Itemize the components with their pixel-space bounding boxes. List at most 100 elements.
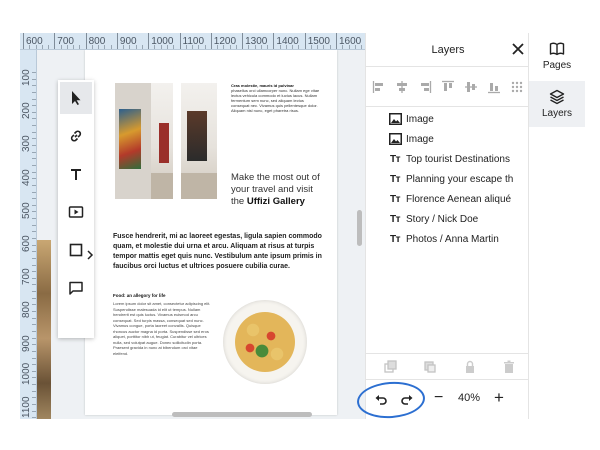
ruler-minor-tick xyxy=(32,231,36,233)
layer-item[interactable]: Image xyxy=(388,129,528,149)
ruler-minor-tick xyxy=(32,284,36,286)
ruler-tick xyxy=(273,33,275,49)
ruler-minor-tick xyxy=(32,158,36,160)
ruler-minor-tick xyxy=(32,78,36,80)
ruler-minor-tick xyxy=(32,85,36,87)
redo-icon[interactable] xyxy=(400,393,414,407)
link-tool[interactable] xyxy=(60,120,92,152)
ruler-minor-tick xyxy=(361,45,363,49)
ruler-minor-tick xyxy=(32,151,36,153)
layer-actions-bar xyxy=(366,353,530,379)
ruler-minor-tick xyxy=(32,251,36,253)
rail-item-layers[interactable]: Layers xyxy=(529,81,585,127)
ruler-minor-tick xyxy=(166,45,168,49)
ruler-minor-tick xyxy=(135,45,137,49)
zoom-out-button[interactable]: − xyxy=(434,389,443,407)
ruler-minor-tick xyxy=(235,45,237,49)
ruler-label: 800 xyxy=(21,301,32,319)
align-center-h-icon[interactable] xyxy=(395,80,409,94)
select-tool[interactable] xyxy=(60,82,92,114)
side-nav-rail: Pages Layers xyxy=(529,33,585,419)
ruler-minor-tick xyxy=(32,350,36,352)
layer-label: Image xyxy=(406,133,434,145)
align-middle-icon[interactable] xyxy=(464,80,478,94)
comment-tool[interactable] xyxy=(60,272,92,304)
ruler-minor-tick xyxy=(110,45,112,49)
ruler-minor-tick xyxy=(323,45,325,49)
layer-item[interactable]: Image xyxy=(388,109,528,129)
food-body-text[interactable]: Lorem ipsum dolor sit amet, consectetur … xyxy=(113,301,211,356)
ruler-minor-tick xyxy=(32,125,36,127)
layer-item[interactable]: Tт Story / Nick Doe xyxy=(388,209,528,229)
ruler-minor-tick xyxy=(32,204,36,206)
layers-panel: Layers Image Image Tт Top tourist Destin… xyxy=(355,33,530,419)
align-bottom-icon[interactable] xyxy=(487,80,501,94)
close-icon[interactable] xyxy=(510,41,526,57)
ruler-minor-tick xyxy=(32,184,36,186)
ruler-minor-tick xyxy=(32,145,36,147)
ruler-minor-tick xyxy=(279,45,281,49)
layer-item[interactable]: Tт Florence Aenean aliqué xyxy=(388,189,528,209)
align-top-icon[interactable] xyxy=(441,80,455,94)
text-icon xyxy=(71,169,81,180)
document-page[interactable]: Cras molestie, mauris id pulvinar phasel… xyxy=(85,50,337,415)
bold-paragraph[interactable]: Fusce hendrerit, mi ac laoreet egestas, … xyxy=(113,232,327,272)
zoom-in-button[interactable]: + xyxy=(494,388,504,408)
layer-label: Florence Aenean aliqué xyxy=(406,193,512,205)
zoom-level: 40% xyxy=(458,392,481,404)
distribute-grid-icon[interactable] xyxy=(510,80,524,94)
ruler-minor-tick xyxy=(192,45,194,49)
ruler-minor-tick xyxy=(317,45,319,49)
ruler-label: 300 xyxy=(21,135,32,153)
ruler-minor-tick xyxy=(285,45,287,49)
ruler-minor-tick xyxy=(160,45,162,49)
gallery-photo[interactable] xyxy=(115,83,217,199)
layer-label: Image xyxy=(406,113,434,125)
ruler-minor-tick xyxy=(32,297,36,299)
ruler-label: 900 xyxy=(21,334,32,352)
ruler-label: 400 xyxy=(21,168,32,186)
text-tool[interactable] xyxy=(60,158,92,190)
ruler-minor-tick xyxy=(48,45,50,49)
ruler-minor-tick xyxy=(267,45,269,49)
ruler-minor-tick xyxy=(60,45,62,49)
rail-item-pages[interactable]: Pages xyxy=(529,33,585,79)
align-right-icon[interactable] xyxy=(418,80,432,94)
horizontal-scrollbar[interactable] xyxy=(172,412,312,417)
layers-header: Layers xyxy=(366,33,530,67)
chevron-right-icon[interactable] xyxy=(86,250,94,260)
ruler-label: 1000 xyxy=(21,362,32,385)
ruler-minor-tick xyxy=(91,45,93,49)
vertical-scrollbar[interactable] xyxy=(357,210,362,246)
media-tool[interactable] xyxy=(60,196,92,228)
tagline-text[interactable]: Make the most out of your travel and vis… xyxy=(231,172,321,208)
ruler-minor-tick xyxy=(32,218,36,220)
ruler-minor-tick xyxy=(29,45,31,49)
undo-icon[interactable] xyxy=(374,393,388,407)
intro-text-block[interactable]: Cras molestie, mauris id pulvinar phasel… xyxy=(231,83,323,113)
pasta-photo[interactable] xyxy=(217,294,309,393)
ruler-minor-tick xyxy=(32,390,36,392)
ruler-minor-tick xyxy=(32,277,36,279)
layer-item[interactable]: Tт Planning your escape th xyxy=(388,169,528,189)
ruler-minor-tick xyxy=(32,131,36,133)
copy-icon[interactable] xyxy=(423,360,437,374)
lock-icon[interactable] xyxy=(463,360,477,374)
ruler-minor-tick xyxy=(32,410,36,412)
align-left-icon[interactable] xyxy=(372,80,386,94)
layer-item[interactable]: Tт Photos / Anna Martin xyxy=(388,229,528,249)
ruler-minor-tick xyxy=(98,45,100,49)
trash-icon[interactable] xyxy=(502,360,516,374)
layer-item[interactable]: Tт Top tourist Destinations xyxy=(388,149,528,169)
duplicate-icon[interactable] xyxy=(384,360,398,374)
square-icon xyxy=(69,243,83,257)
cursor-icon xyxy=(72,91,81,105)
design-canvas[interactable]: Cras molestie, mauris id pulvinar phasel… xyxy=(37,50,365,419)
food-heading[interactable]: Food: an allegory for life xyxy=(113,293,166,298)
ruler-label: 700 xyxy=(21,268,32,286)
ruler-minor-tick xyxy=(248,45,250,49)
ruler-minor-tick xyxy=(260,45,262,49)
ruler-tick xyxy=(54,33,56,49)
ruler-minor-tick xyxy=(32,370,36,372)
ruler-minor-tick xyxy=(342,45,344,49)
